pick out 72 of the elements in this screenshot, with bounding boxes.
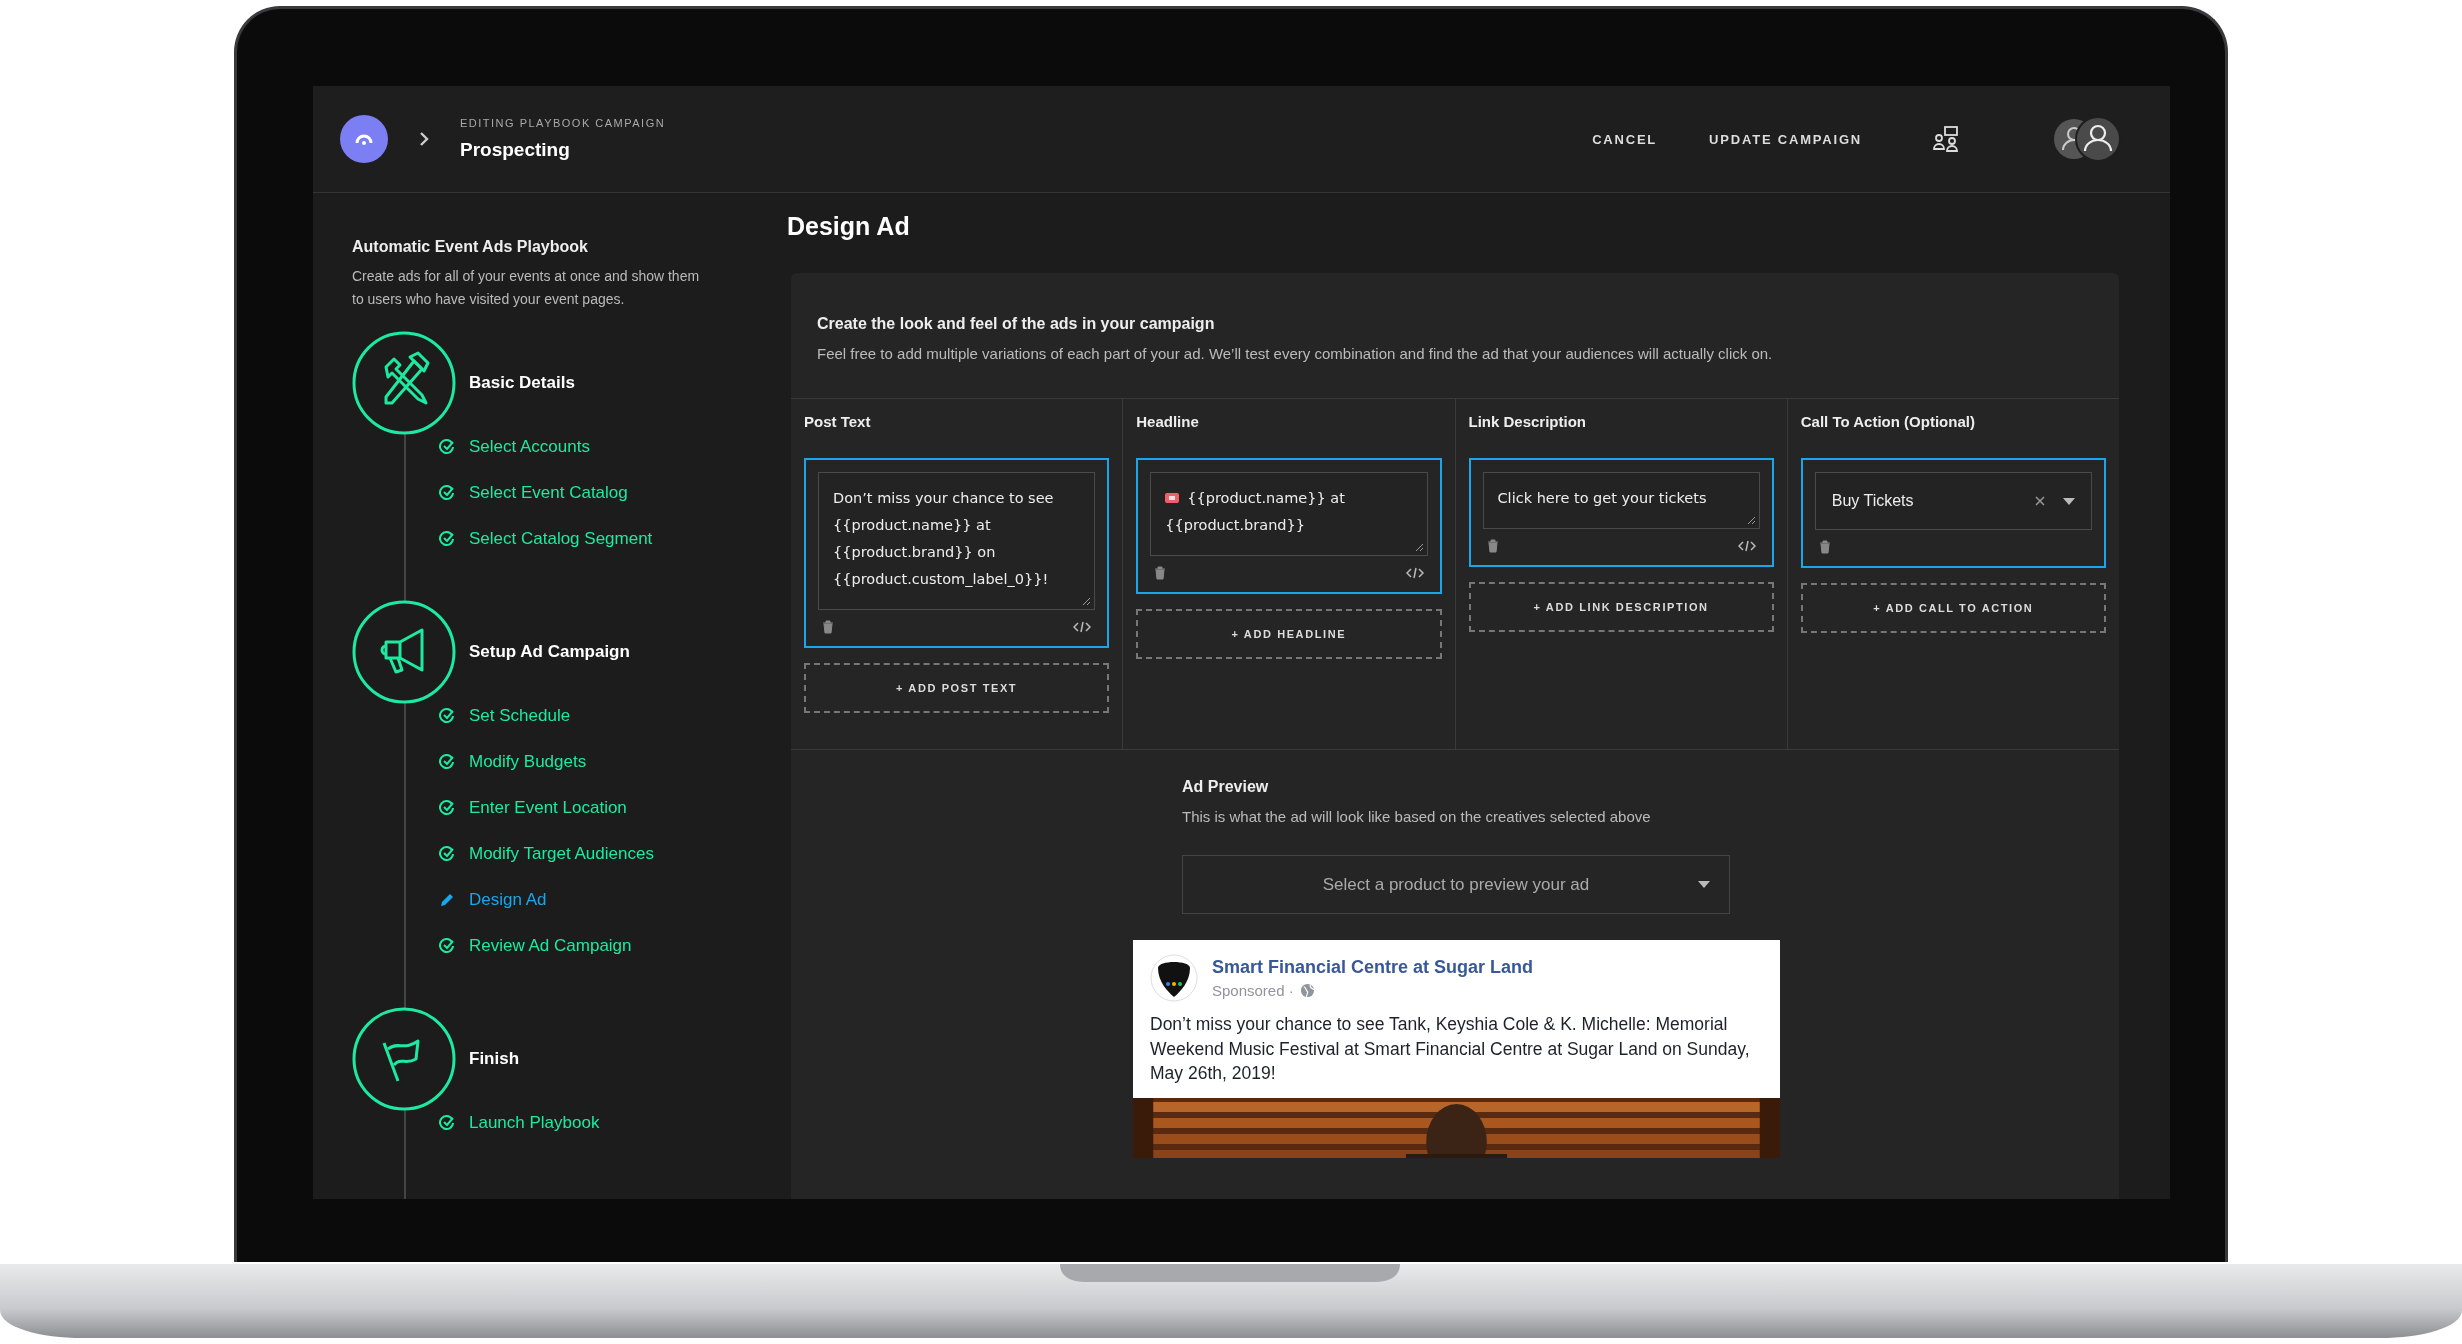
chevron-right-icon xyxy=(418,131,430,147)
add-variation-button[interactable]: + ADD POST TEXT xyxy=(804,663,1110,713)
page-logo-icon xyxy=(1150,954,1198,1002)
add-variation-button[interactable]: + ADD LINK DESCRIPTION xyxy=(1468,582,1774,632)
step-link[interactable]: Enter Event Location xyxy=(439,785,627,831)
column-title: Call To Action (Optional) xyxy=(1800,413,1976,432)
step-title: Basic Details xyxy=(469,373,575,393)
page-name-link[interactable]: Smart Financial Centre at Sugar Land xyxy=(1212,957,1534,978)
text-field[interactable]: {{product.name}} at {{product.brand}} xyxy=(1150,472,1428,556)
code-icon[interactable] xyxy=(1073,620,1092,634)
step-link[interactable]: Set Schedule xyxy=(439,693,571,739)
check-circle-icon xyxy=(439,708,455,724)
ad-post-text: Don’t miss your chance to see Tank, Keyshia Cole & K. Michelle: Memorial Weekend Music Festival at Smart Financial Centre at Sugar Land on Sunday, May 26th, 2019! xyxy=(1149,1013,1751,1085)
trash-icon[interactable] xyxy=(1818,540,1831,554)
step-link[interactable]: Select Event Catalog xyxy=(439,470,628,516)
column-title: Link Description xyxy=(1468,413,1588,432)
product-select[interactable]: Select a product to preview your ad xyxy=(1182,855,1730,914)
section-title: Create the look and feel of the ads in your campaign xyxy=(817,315,1216,333)
check-circle-icon xyxy=(439,531,455,547)
step-title: Finish xyxy=(469,1049,520,1069)
update-campaign-button[interactable]: UPDATE CAMPAIGN xyxy=(1703,123,1868,155)
breadcrumb-label: EDITING PLAYBOOK CAMPAIGN xyxy=(460,117,666,129)
step-link[interactable]: Modify Target Audiences xyxy=(439,831,654,877)
megaphone-icon xyxy=(352,600,456,704)
page-title: Design Ad xyxy=(787,212,911,242)
step-link[interactable]: Launch Playbook xyxy=(439,1100,600,1146)
call-to-action-select[interactable]: Buy Tickets xyxy=(1814,472,2092,530)
step-title: Setup Ad Campaign xyxy=(469,642,630,662)
text-field[interactable]: Click here to get your tickets xyxy=(1482,472,1760,529)
column-title: Headline xyxy=(1136,413,1200,432)
code-icon[interactable] xyxy=(1737,539,1756,553)
add-variation-button[interactable]: + ADD CALL TO ACTION xyxy=(1800,583,2106,633)
playbook-description: Create ads for all of your events at once and show them to users who have visited your event pages. xyxy=(352,267,701,309)
playbook-title: Automatic Event Ads Playbook xyxy=(352,238,589,256)
text-field[interactable]: Don’t miss your chance to see {{product.name}} at {{product.brand}} on {{product.custom_label_0}}! xyxy=(818,472,1096,610)
section-description: Feel free to add multiple variations of each part of your ad. We’ll test every combination and find the ad that your audiences will actually click on. xyxy=(817,345,1774,362)
clear-icon[interactable] xyxy=(2035,496,2045,506)
check-circle-icon xyxy=(439,800,455,816)
step-link[interactable]: Review Ad Campaign xyxy=(439,923,632,969)
campaign-title: Prospecting xyxy=(460,139,571,161)
resize-grip-icon[interactable] xyxy=(1745,515,1756,525)
step-link[interactable]: Select Accounts xyxy=(439,424,590,470)
globe-icon xyxy=(1299,983,1315,998)
sponsored-label: Sponsored · xyxy=(1212,982,1294,999)
trash-icon[interactable] xyxy=(1486,539,1499,553)
resize-grip-icon[interactable] xyxy=(1413,542,1424,552)
trash-icon[interactable] xyxy=(822,620,834,634)
tools-icon xyxy=(352,331,456,435)
preview-title: Ad Preview xyxy=(1182,778,1270,796)
add-variation-button[interactable]: + ADD HEADLINE xyxy=(1136,609,1442,659)
ticket-icon xyxy=(1165,493,1180,503)
trash-icon[interactable] xyxy=(1154,566,1167,580)
code-icon[interactable] xyxy=(1405,566,1424,580)
caret-icon xyxy=(1698,881,1710,888)
check-circle-icon xyxy=(439,1115,455,1131)
step-link[interactable]: Modify Budgets xyxy=(439,739,587,785)
check-circle-icon xyxy=(439,439,455,455)
check-circle-icon xyxy=(439,846,455,862)
check-circle-icon xyxy=(439,485,455,501)
column-title: Post Text xyxy=(804,413,872,432)
step-link[interactable]: Select Catalog Segment xyxy=(439,516,653,562)
step-link[interactable]: Design Ad xyxy=(439,877,547,923)
resize-grip-icon[interactable] xyxy=(1081,596,1092,606)
preview-description: This is what the ad will look like based on the creatives selected above xyxy=(1182,808,1652,825)
check-circle-icon xyxy=(439,754,455,770)
people-network-icon[interactable] xyxy=(1932,125,1960,153)
flag-icon xyxy=(352,1007,456,1111)
check-circle-icon xyxy=(439,938,455,954)
caret-icon xyxy=(2063,497,2075,505)
pencil-icon xyxy=(439,892,455,908)
app-logo-icon xyxy=(340,115,388,163)
cancel-button[interactable]: CANCEL xyxy=(1586,123,1664,155)
